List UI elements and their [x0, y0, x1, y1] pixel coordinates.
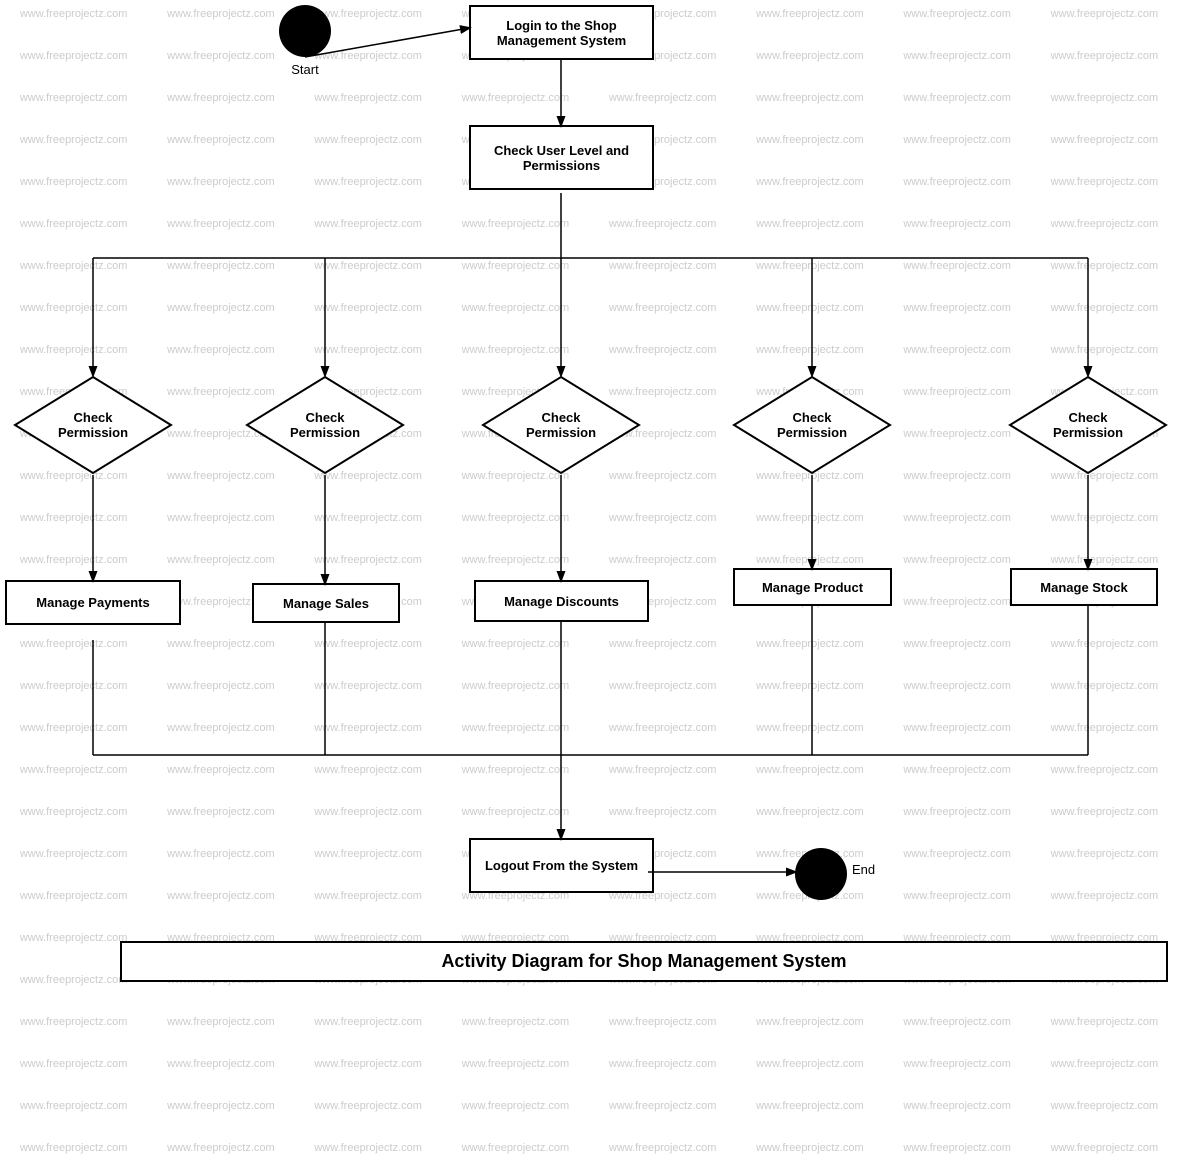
manage-discounts-box: Manage Discounts	[474, 580, 649, 622]
diamond-sales: Check Permission	[245, 375, 405, 475]
login-box: Login to the Shop Management System	[469, 5, 654, 60]
diagram-title: Activity Diagram for Shop Management Sys…	[120, 941, 1168, 982]
manage-payments-box: Manage Payments	[5, 580, 181, 625]
diamond-discounts: Check Permission	[481, 375, 641, 475]
diamond-product: Check Permission	[732, 375, 892, 475]
manage-sales-box: Manage Sales	[252, 583, 400, 623]
logout-box: Logout From the System	[469, 838, 654, 893]
end-circle	[795, 848, 847, 900]
start-circle	[279, 5, 331, 57]
diamond-payments: Check Permission	[13, 375, 173, 475]
manage-product-box: Manage Product	[733, 568, 892, 606]
check-user-level-box: Check User Level and Permissions	[469, 125, 654, 190]
diagram-container: Start Login to the Shop Management Syste…	[0, 0, 1178, 994]
diamond-stock: Check Permission	[1008, 375, 1168, 475]
manage-stock-box: Manage Stock	[1010, 568, 1158, 606]
end-label: End	[852, 862, 875, 877]
start-label: Start	[279, 62, 331, 77]
